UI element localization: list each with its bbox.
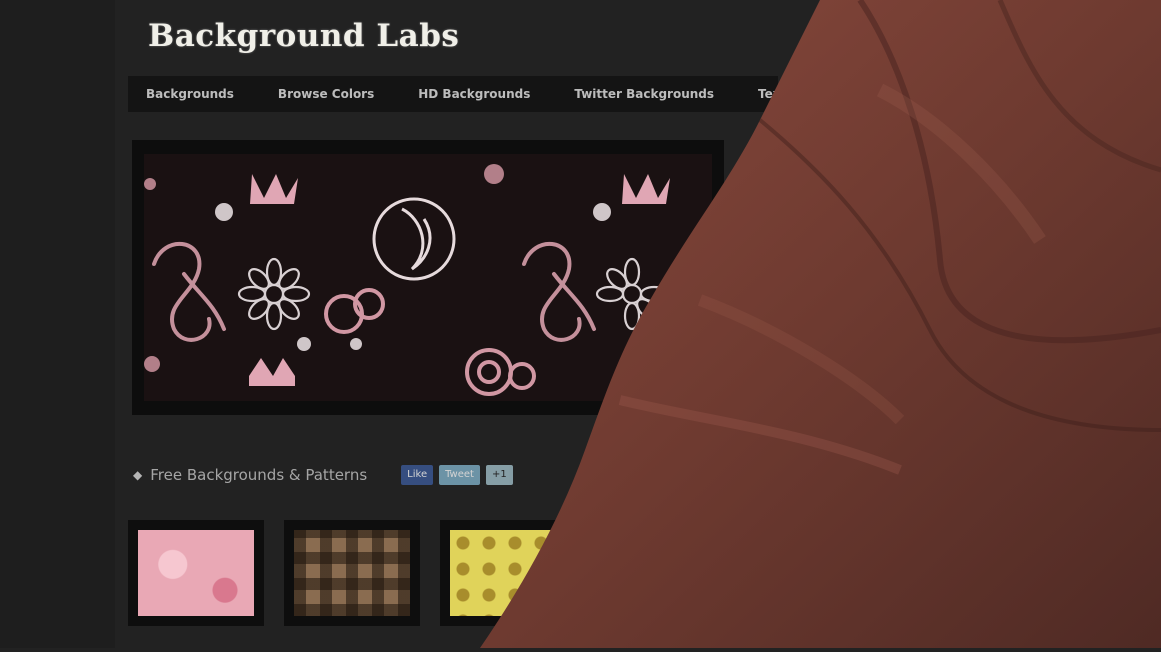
facebook-like-button[interactable]: Like: [401, 465, 434, 485]
pink-floral-pattern-image: [138, 530, 254, 616]
nav-item-backgrounds[interactable]: Backgrounds: [146, 87, 234, 101]
yellow-dots-pattern-image: [450, 530, 566, 616]
section-header: ◆ Free Backgrounds & Patterns Like Tweet…: [133, 462, 519, 488]
site-title[interactable]: Background Labs: [148, 18, 459, 54]
nav-item-browse-colors[interactable]: Browse Colors: [278, 87, 374, 101]
thumbnail-brown-plaid[interactable]: [284, 520, 420, 626]
thumbnail-pink-floral[interactable]: [128, 520, 264, 626]
hero-pattern-image: [144, 154, 712, 401]
section-title: Free Backgrounds & Patterns: [150, 466, 368, 484]
brown-plaid-pattern-image: [294, 530, 410, 616]
nav-item-twitter-backgrounds[interactable]: Twitter Backgrounds: [574, 87, 714, 101]
tweet-button[interactable]: Tweet: [439, 465, 480, 485]
hero-banner[interactable]: [132, 140, 724, 415]
nav-item-hd-backgrounds[interactable]: HD Backgrounds: [418, 87, 530, 101]
main-nav: Backgrounds Browse Colors HD Backgrounds…: [128, 76, 890, 112]
plus-one-button[interactable]: +1: [485, 465, 513, 485]
arrow-icon: ◆: [133, 468, 143, 482]
dark-panel: [880, 578, 1030, 648]
thumbnail-yellow-dots[interactable]: [440, 520, 576, 626]
page-left-gutter: [0, 0, 115, 648]
nav-item-blog[interactable]: Blog: [860, 87, 890, 101]
nav-item-textures[interactable]: Textures: [758, 87, 816, 101]
